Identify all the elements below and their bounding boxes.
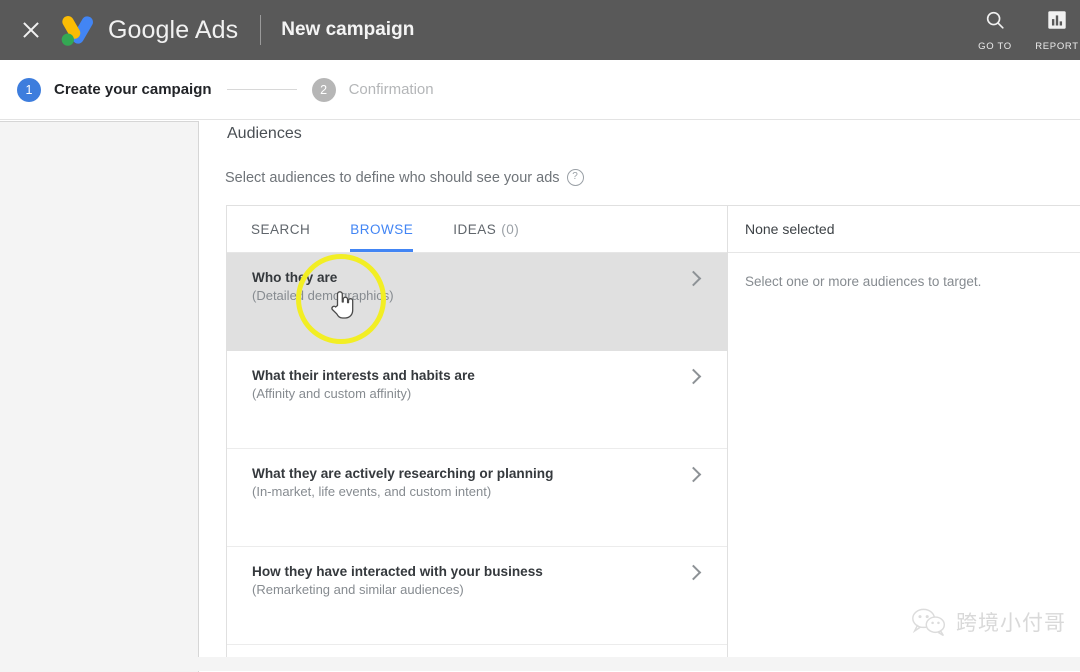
audience-row-interacted-business[interactable]: How they have interacted with your busin… [227, 547, 727, 645]
campaign-stepper: 1 Create your campaign 2 Confirmation [0, 60, 1080, 120]
tab-ideas[interactable]: IDEAS (0) [453, 206, 519, 252]
search-icon [984, 9, 1006, 36]
audience-row-who-they-are[interactable]: Who they are (Detailed demographics) [227, 253, 727, 351]
app-bar: Google Ads New campaign GO TO REPORT [0, 0, 1080, 60]
step-1-label: Create your campaign [54, 81, 212, 98]
audience-row-title: Who they are [252, 269, 727, 286]
audience-tabs: SEARCH BROWSE IDEAS (0) [227, 206, 727, 253]
report-button[interactable]: REPORT [1026, 9, 1080, 52]
tab-browse-label: BROWSE [350, 222, 413, 237]
bottom-strip [0, 657, 1080, 671]
audience-row-subtitle: (In-market, life events, and custom inte… [252, 483, 727, 500]
audience-row-title: What they are actively researching or pl… [252, 465, 727, 482]
help-icon[interactable]: ? [567, 169, 584, 186]
step-2-label: Confirmation [349, 81, 434, 98]
tab-search[interactable]: SEARCH [251, 206, 310, 252]
audience-picker: SEARCH BROWSE IDEAS (0) Who they are (De… [226, 205, 1080, 671]
page-body: Audiences Select audiences to define who… [0, 121, 1080, 671]
tab-search-label: SEARCH [251, 222, 310, 237]
go-to-button[interactable]: GO TO [964, 9, 1026, 52]
stepper-step-1[interactable]: 1 Create your campaign [17, 78, 212, 102]
audience-selection-panel: None selected Select one or more audienc… [728, 206, 1080, 671]
audience-row-subtitle: (Detailed demographics) [252, 287, 727, 304]
tab-ideas-count: (0) [501, 222, 519, 237]
go-to-label: GO TO [978, 41, 1012, 52]
audience-row-title: What their interests and habits are [252, 367, 727, 384]
tab-ideas-label: IDEAS [453, 222, 496, 237]
report-icon [1046, 9, 1068, 36]
report-label: REPORT [1035, 41, 1079, 52]
audience-browse-panel: SEARCH BROWSE IDEAS (0) Who they are (De… [227, 206, 728, 671]
tab-browse[interactable]: BROWSE [350, 206, 413, 252]
section-description: Select audiences to define who should se… [225, 170, 560, 186]
google-ads-logo [56, 10, 98, 50]
selection-header: None selected [728, 206, 1080, 253]
section-title: Audiences [227, 125, 302, 143]
stepper-step-2: 2 Confirmation [312, 78, 434, 102]
step-2-number: 2 [312, 78, 336, 102]
content-area: Audiences Select audiences to define who… [199, 121, 1080, 671]
app-bar-divider [260, 15, 261, 45]
page-subtitle: New campaign [281, 19, 414, 41]
brand-title: Google Ads [108, 16, 238, 45]
audience-row-title: How they have interacted with your busin… [252, 563, 727, 580]
left-rail [0, 121, 199, 672]
audience-row-subtitle: (Remarketing and similar audiences) [252, 581, 727, 598]
section-description-row: Select audiences to define who should se… [225, 169, 584, 186]
selection-hint: Select one or more audiences to target. [728, 253, 1080, 289]
audience-row-subtitle: (Affinity and custom affinity) [252, 385, 727, 402]
audience-row-interests-habits[interactable]: What their interests and habits are (Aff… [227, 351, 727, 449]
close-icon[interactable] [14, 13, 48, 47]
stepper-connector [227, 89, 297, 90]
step-1-number: 1 [17, 78, 41, 102]
audience-row-researching-planning[interactable]: What they are actively researching or pl… [227, 449, 727, 547]
